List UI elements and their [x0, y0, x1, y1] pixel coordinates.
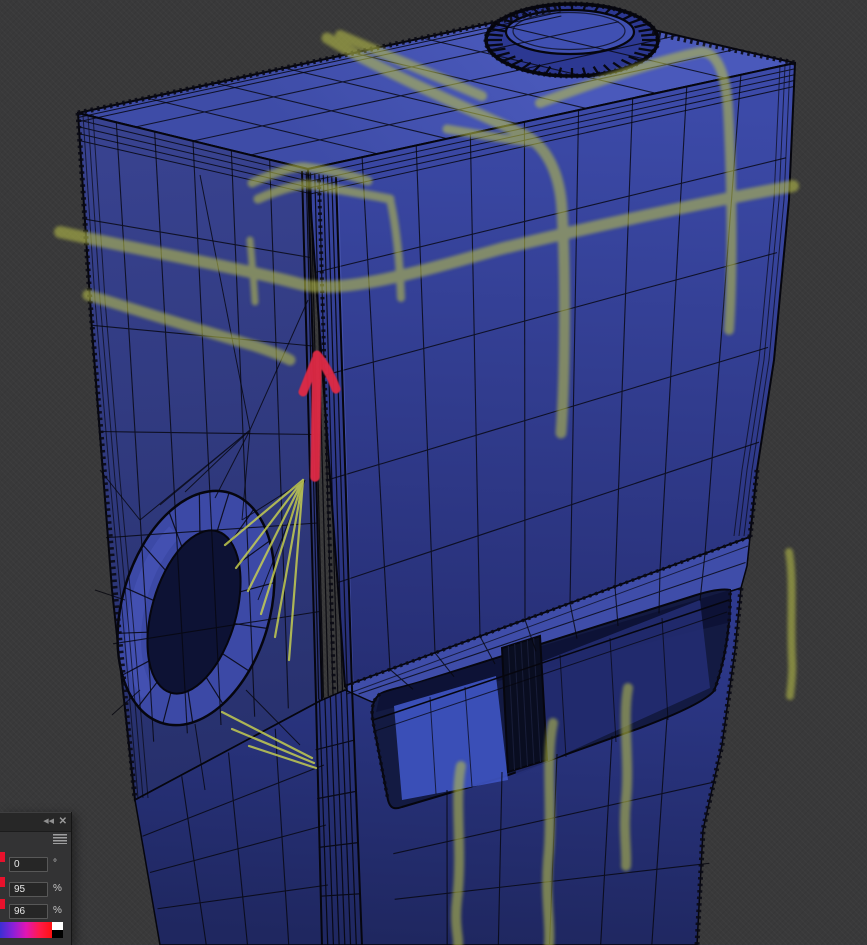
- color-panel-header: ◀◀ ✕: [0, 812, 71, 832]
- color-panel: ◀◀ ✕ ° % %: [0, 812, 72, 945]
- saturation-row: %: [0, 877, 71, 898]
- close-panel-icon[interactable]: ✕: [59, 816, 67, 827]
- color-spectrum-ramp[interactable]: [0, 922, 52, 938]
- saturation-input[interactable]: [9, 882, 48, 897]
- saturation-unit-label: %: [53, 883, 62, 894]
- collapse-panel-icon[interactable]: ◀◀: [43, 818, 54, 826]
- hue-input[interactable]: [9, 857, 48, 872]
- black-swatch[interactable]: [52, 930, 63, 938]
- brightness-row: %: [0, 899, 71, 920]
- hue-unit-label: °: [53, 858, 57, 869]
- hue-slider-tip[interactable]: [0, 852, 5, 862]
- panel-menu-icon[interactable]: [53, 834, 67, 844]
- white-swatch[interactable]: [52, 922, 63, 930]
- saturation-slider-tip[interactable]: [0, 877, 5, 887]
- swatch-column: [52, 922, 63, 938]
- brightness-slider-tip[interactable]: [0, 899, 5, 909]
- 3d-viewport[interactable]: [0, 0, 867, 945]
- brightness-input[interactable]: [9, 904, 48, 919]
- spectrum-row: [0, 922, 63, 938]
- brightness-unit-label: %: [53, 905, 62, 916]
- hue-row: °: [0, 852, 71, 873]
